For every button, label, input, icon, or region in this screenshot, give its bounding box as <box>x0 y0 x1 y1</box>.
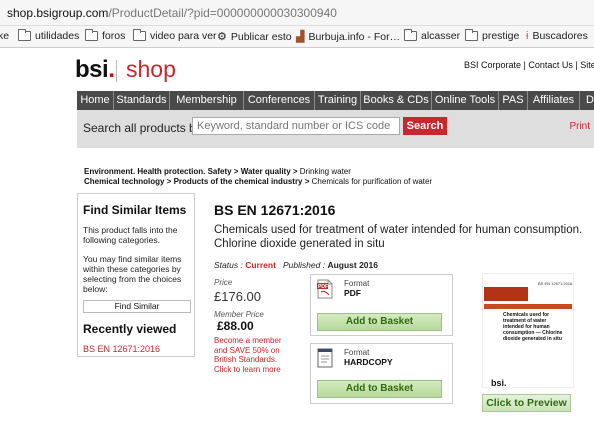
logo-dot: . <box>108 56 115 83</box>
product-title: BS EN 12671:2016 <box>214 202 336 218</box>
bookmark-item[interactable]: ▟ Burbuja.info - For… <box>296 30 401 44</box>
breadcrumb-link[interactable]: Water quality > <box>241 167 298 176</box>
nav-online-tools[interactable]: Online Tools <box>432 91 499 110</box>
bookmark-item[interactable]: ⚙ Publicar esto <box>217 30 292 44</box>
published-date: August 2016 <box>327 260 378 270</box>
breadcrumb-link[interactable]: Environment. Health protection. Safety > <box>84 167 238 176</box>
price-label: Price <box>214 278 233 287</box>
status-label: Status : <box>214 260 243 270</box>
membership-promo-link[interactable]: Become a member and SAVE 50% on British … <box>214 336 286 374</box>
format-value: PDF <box>344 288 361 298</box>
breadcrumb: Environment. Health protection. Safety >… <box>84 167 432 187</box>
find-similar-panel: Find Similar Items This product falls in… <box>77 193 195 357</box>
top-links[interactable]: BSI Corporate | Contact Us | Site Map <box>464 60 594 70</box>
member-price-label: Member Price <box>214 310 264 319</box>
breadcrumb-link[interactable]: Chemical technology > <box>84 177 171 186</box>
nav-membership[interactable]: Membership <box>170 91 244 110</box>
bookmark-label: ke <box>0 30 10 42</box>
document-cover-thumbnail[interactable]: BS EN 12671:2016 Chemicals used for trea… <box>482 273 574 388</box>
format-option-hardcopy: Format HARDCOPY Add to Basket <box>310 343 453 404</box>
bookmark-label: foros <box>102 30 126 42</box>
search-label: Search all products by <box>83 121 202 135</box>
format-label: Format <box>344 348 370 357</box>
search-bar: Search all products by Search Print <box>77 110 594 148</box>
recently-viewed-title: Recently viewed <box>83 322 177 336</box>
nav-conferences[interactable]: Conferences <box>244 91 315 110</box>
folder-icon <box>18 29 31 41</box>
bookmark-label: Burbuja.info - For… <box>308 30 401 43</box>
url-path: /ProductDetail/?pid=000000000030300940 <box>108 6 337 20</box>
format-label: Format <box>344 279 370 288</box>
cover-image-band <box>484 287 528 301</box>
folder-icon <box>133 29 146 41</box>
bookmark-label: Buscadores <box>532 30 588 42</box>
nav-books-cds[interactable]: Books & CDs <box>361 91 432 110</box>
bookmark-label: video para ver <box>150 30 217 42</box>
bookmark-item[interactable]: ɨ Buscadores <box>526 30 588 42</box>
add-to-basket-button[interactable]: Add to Basket <box>317 313 442 331</box>
product-description: Chemicals used for treatment of water in… <box>214 224 583 250</box>
svg-text:PDF: PDF <box>318 284 328 290</box>
logo-divider <box>116 60 117 82</box>
status-badge: Current <box>245 260 276 270</box>
burbuja-icon: ▟ <box>296 31 305 43</box>
bookmark-label: utilidades <box>35 30 80 42</box>
pdf-icon: PDF <box>317 279 333 299</box>
logo-text: bsi <box>75 56 109 83</box>
breadcrumb-link[interactable]: Products of the chemical industry > <box>174 177 310 186</box>
main-nav: Home Standards Membership Conferences Tr… <box>77 91 594 110</box>
nav-more[interactable]: D <box>580 91 594 110</box>
nav-home[interactable]: Home <box>77 91 114 110</box>
click-to-preview-button[interactable]: Click to Preview <box>482 394 571 412</box>
book-icon <box>317 348 333 368</box>
bookmark-item[interactable]: ke <box>0 30 9 42</box>
cover-standard-number: BS EN 12671:2016 <box>538 281 573 286</box>
nav-pas[interactable]: PAS <box>499 91 528 110</box>
categories-text: This product falls into the following ca… <box>83 225 178 245</box>
nav-affiliates[interactable]: Affiliates <box>528 91 580 110</box>
address-bar[interactable]: shop.bsigroup.com/ProductDetail/?pid=000… <box>0 0 594 26</box>
bookmarks-bar: ke utilidades foros video para ver ⚙Publ… <box>0 26 594 48</box>
folder-icon <box>404 29 417 41</box>
price-value: £176.00 <box>214 289 261 304</box>
format-option-pdf: PDF Format PDF Add to Basket <box>310 274 453 336</box>
bookmark-glyph-icon: ɨ <box>526 30 529 42</box>
bsi-logo[interactable]: bsi. <box>75 56 115 84</box>
bookmark-item[interactable]: utilidades <box>18 29 80 42</box>
breadcrumb-current: Chemicals for purification of water <box>311 177 433 186</box>
url-text[interactable]: shop.bsigroup.com/ProductDetail/?pid=000… <box>7 6 337 20</box>
folder-icon <box>465 29 478 41</box>
url-host: shop.bsigroup.com <box>7 6 109 20</box>
find-similar-title: Find Similar Items <box>83 203 187 217</box>
status-line: Status : Current Published : August 2016 <box>214 260 378 270</box>
instructions-text: You may find similar items within these … <box>83 254 182 294</box>
find-similar-button[interactable]: Find Similar <box>83 300 191 313</box>
gear-icon: ⚙ <box>217 31 227 43</box>
bookmark-label: prestige <box>482 30 520 42</box>
bookmark-item[interactable]: video para ver <box>133 29 217 42</box>
published-label: Published : <box>283 260 326 270</box>
member-price-value: £88.00 <box>217 319 254 333</box>
add-to-basket-button[interactable]: Add to Basket <box>317 380 442 398</box>
shop-label: shop <box>126 56 176 82</box>
bookmark-item[interactable]: foros <box>85 29 126 42</box>
cover-bsi-logo: bsi. <box>491 378 507 388</box>
format-value: HARDCOPY <box>344 357 393 367</box>
price-box: Price £176.00 <box>214 278 261 304</box>
folder-icon <box>85 29 98 41</box>
search-input[interactable] <box>192 117 400 135</box>
recently-viewed-item[interactable]: BS EN 12671:2016 <box>83 344 160 354</box>
breadcrumb-current: Drinking water <box>299 167 351 176</box>
cover-strip <box>484 304 572 309</box>
bookmark-item[interactable]: alcasser <box>404 29 461 42</box>
search-button[interactable]: Search <box>403 117 447 135</box>
bookmark-label: alcasser <box>421 30 461 42</box>
bookmark-label: Publicar esto <box>230 30 292 43</box>
bookmark-item[interactable]: prestige <box>465 29 520 42</box>
cover-title: Chemicals used for treatment of water in… <box>503 312 563 342</box>
nav-training[interactable]: Training <box>315 91 361 110</box>
nav-standards[interactable]: Standards <box>114 91 170 110</box>
print-link[interactable]: Print <box>569 121 590 132</box>
